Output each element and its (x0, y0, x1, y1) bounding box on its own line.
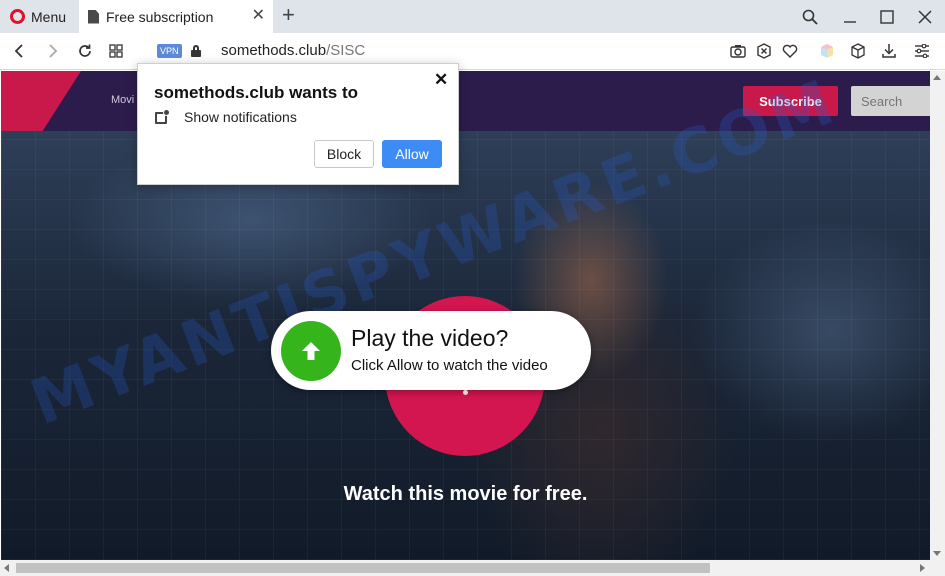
tab-close-icon[interactable]: ✕ (252, 8, 265, 24)
watch-free-text: Watch this movie for free. (343, 483, 588, 505)
back-icon[interactable] (10, 41, 30, 61)
lock-icon[interactable] (191, 45, 201, 57)
vertical-scrollbar[interactable] (930, 71, 945, 560)
scroll-up-arrow-icon[interactable] (933, 75, 941, 80)
search-tabs-icon[interactable] (792, 0, 828, 33)
notification-icon (155, 109, 171, 125)
popup-close-icon[interactable]: ✕ (434, 70, 448, 90)
speed-dial-icon[interactable] (106, 41, 126, 61)
play-prompt-title: Play the video? (351, 325, 509, 351)
extension-cube-icon[interactable] (818, 42, 836, 60)
menu-label: Menu (31, 8, 67, 25)
play-prompt-subtitle: Click Allow to watch the video (351, 357, 548, 374)
play-video-prompt[interactable]: Play the video? Click Allow to watch the… (271, 311, 591, 390)
url-domain: somethods.club (221, 42, 327, 59)
allow-button[interactable]: Allow (382, 140, 442, 168)
tab-free-subscription[interactable]: Free subscription ✕ (79, 0, 273, 33)
scroll-down-arrow-icon[interactable] (933, 551, 941, 556)
permission-text: Show notifications (184, 109, 297, 125)
url-field[interactable]: somethods.club/SISC (221, 42, 365, 59)
package-box-icon[interactable] (849, 42, 867, 60)
hero-video-area[interactable]: MYANTISPYWARE.COM Play the video? Click … (1, 71, 930, 560)
site-nav-movies[interactable]: Movi (111, 94, 134, 106)
tab-title: Free subscription (106, 8, 214, 25)
horizontal-scrollbar[interactable] (0, 560, 945, 576)
easy-setup-icon[interactable] (913, 42, 931, 60)
reload-icon[interactable] (75, 41, 95, 61)
arrow-up-icon (281, 321, 341, 381)
site-search-input[interactable] (851, 86, 930, 116)
horizontal-scroll-thumb[interactable] (16, 563, 710, 573)
scroll-left-arrow-icon[interactable] (4, 564, 9, 572)
vpn-badge[interactable]: VPN (157, 44, 182, 58)
new-tab-icon[interactable]: + (282, 4, 295, 26)
block-button[interactable]: Block (314, 140, 374, 168)
snapshot-camera-icon[interactable] (729, 42, 747, 60)
ad-blocker-icon[interactable] (755, 42, 773, 60)
maximize-icon[interactable] (869, 0, 905, 33)
popup-title: somethods.club wants to (154, 83, 359, 102)
scroll-right-arrow-icon[interactable] (920, 564, 925, 572)
document-icon (88, 9, 99, 24)
opera-menu-button[interactable]: Menu (0, 0, 78, 33)
loading-dot (463, 390, 468, 395)
close-window-icon[interactable] (907, 0, 943, 33)
opera-logo-icon (10, 9, 25, 24)
minimize-icon[interactable] (832, 0, 868, 33)
notification-permission-popup: somethods.club wants to ✕ Show notificat… (137, 63, 459, 185)
forward-icon[interactable] (42, 41, 62, 61)
url-path: /SISC (326, 42, 366, 59)
download-icon[interactable] (880, 42, 898, 60)
tab-strip: Menu Free subscription ✕ + (0, 0, 945, 33)
site-logo-slant (1, 71, 81, 131)
heart-bookmark-icon[interactable] (781, 42, 799, 60)
